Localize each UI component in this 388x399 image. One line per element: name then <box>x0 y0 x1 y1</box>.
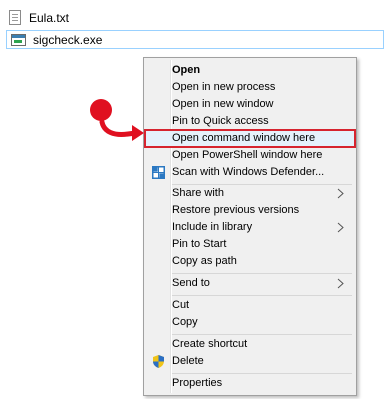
menu-item-label: Copy <box>172 316 198 328</box>
file-name: sigcheck.exe <box>33 32 103 47</box>
file-item-sigcheck[interactable]: sigcheck.exe <box>6 30 384 49</box>
menu-separator <box>172 373 352 374</box>
chevron-right-icon <box>335 188 346 199</box>
file-item-eula[interactable]: Eula.txt <box>6 9 156 27</box>
menu-item-label: Open <box>172 64 201 76</box>
menu-item-send-to[interactable]: Send to <box>146 275 354 292</box>
menu-item-label: Create shortcut <box>172 338 248 350</box>
context-menu: Open Open in new process Open in new win… <box>143 57 357 396</box>
menu-item-label: Properties <box>172 377 223 389</box>
menu-item-share-with[interactable]: Share with <box>146 185 354 202</box>
menu-item-label: Open command window here <box>172 132 316 144</box>
menu-item-properties[interactable]: Properties <box>146 375 354 392</box>
menu-item-label: Scan with Windows Defender... <box>172 166 325 178</box>
menu-item-label: Copy as path <box>172 255 237 267</box>
menu-item-cut[interactable]: Cut <box>146 297 354 314</box>
chevron-right-icon <box>335 278 346 289</box>
menu-item-open[interactable]: Open <box>146 62 354 79</box>
menu-separator <box>172 334 352 335</box>
menu-separator <box>172 273 352 274</box>
menu-item-include-in-library[interactable]: Include in library <box>146 219 354 236</box>
menu-separator <box>172 295 352 296</box>
menu-item-pin-quick-access[interactable]: Pin to Quick access <box>146 113 354 130</box>
menu-item-scan-defender[interactable]: Scan with Windows Defender... <box>146 164 354 181</box>
text-file-icon <box>6 9 24 27</box>
windows-defender-icon <box>151 165 166 180</box>
menu-item-label: Send to <box>172 277 210 289</box>
menu-item-label: Open in new window <box>172 98 274 110</box>
menu-item-delete[interactable]: Delete <box>146 353 354 370</box>
menu-item-label: Include in library <box>172 221 253 233</box>
menu-item-label: Pin to Start <box>172 238 227 250</box>
uac-shield-icon <box>151 354 166 369</box>
menu-item-label: Pin to Quick access <box>172 115 269 127</box>
menu-item-open-new-process[interactable]: Open in new process <box>146 79 354 96</box>
exe-file-icon <box>10 31 28 49</box>
annotation-arrow-icon <box>90 99 144 141</box>
menu-item-open-new-window[interactable]: Open in new window <box>146 96 354 113</box>
menu-item-copy[interactable]: Copy <box>146 314 354 331</box>
chevron-right-icon <box>335 222 346 233</box>
menu-item-label: Cut <box>172 299 190 311</box>
menu-item-label: Open PowerShell window here <box>172 149 323 161</box>
menu-item-create-shortcut[interactable]: Create shortcut <box>146 336 354 353</box>
menu-item-label: Restore previous versions <box>172 204 300 216</box>
file-name: Eula.txt <box>29 11 70 25</box>
menu-item-copy-as-path[interactable]: Copy as path <box>146 253 354 270</box>
menu-item-restore-previous-versions[interactable]: Restore previous versions <box>146 202 354 219</box>
menu-item-open-command-window[interactable]: Open command window here <box>144 129 356 148</box>
menu-item-open-powershell[interactable]: Open PowerShell window here <box>146 147 354 164</box>
menu-item-label: Share with <box>172 187 224 199</box>
menu-item-label: Delete <box>172 355 204 367</box>
menu-item-label: Open in new process <box>172 81 276 93</box>
menu-item-pin-to-start[interactable]: Pin to Start <box>146 236 354 253</box>
